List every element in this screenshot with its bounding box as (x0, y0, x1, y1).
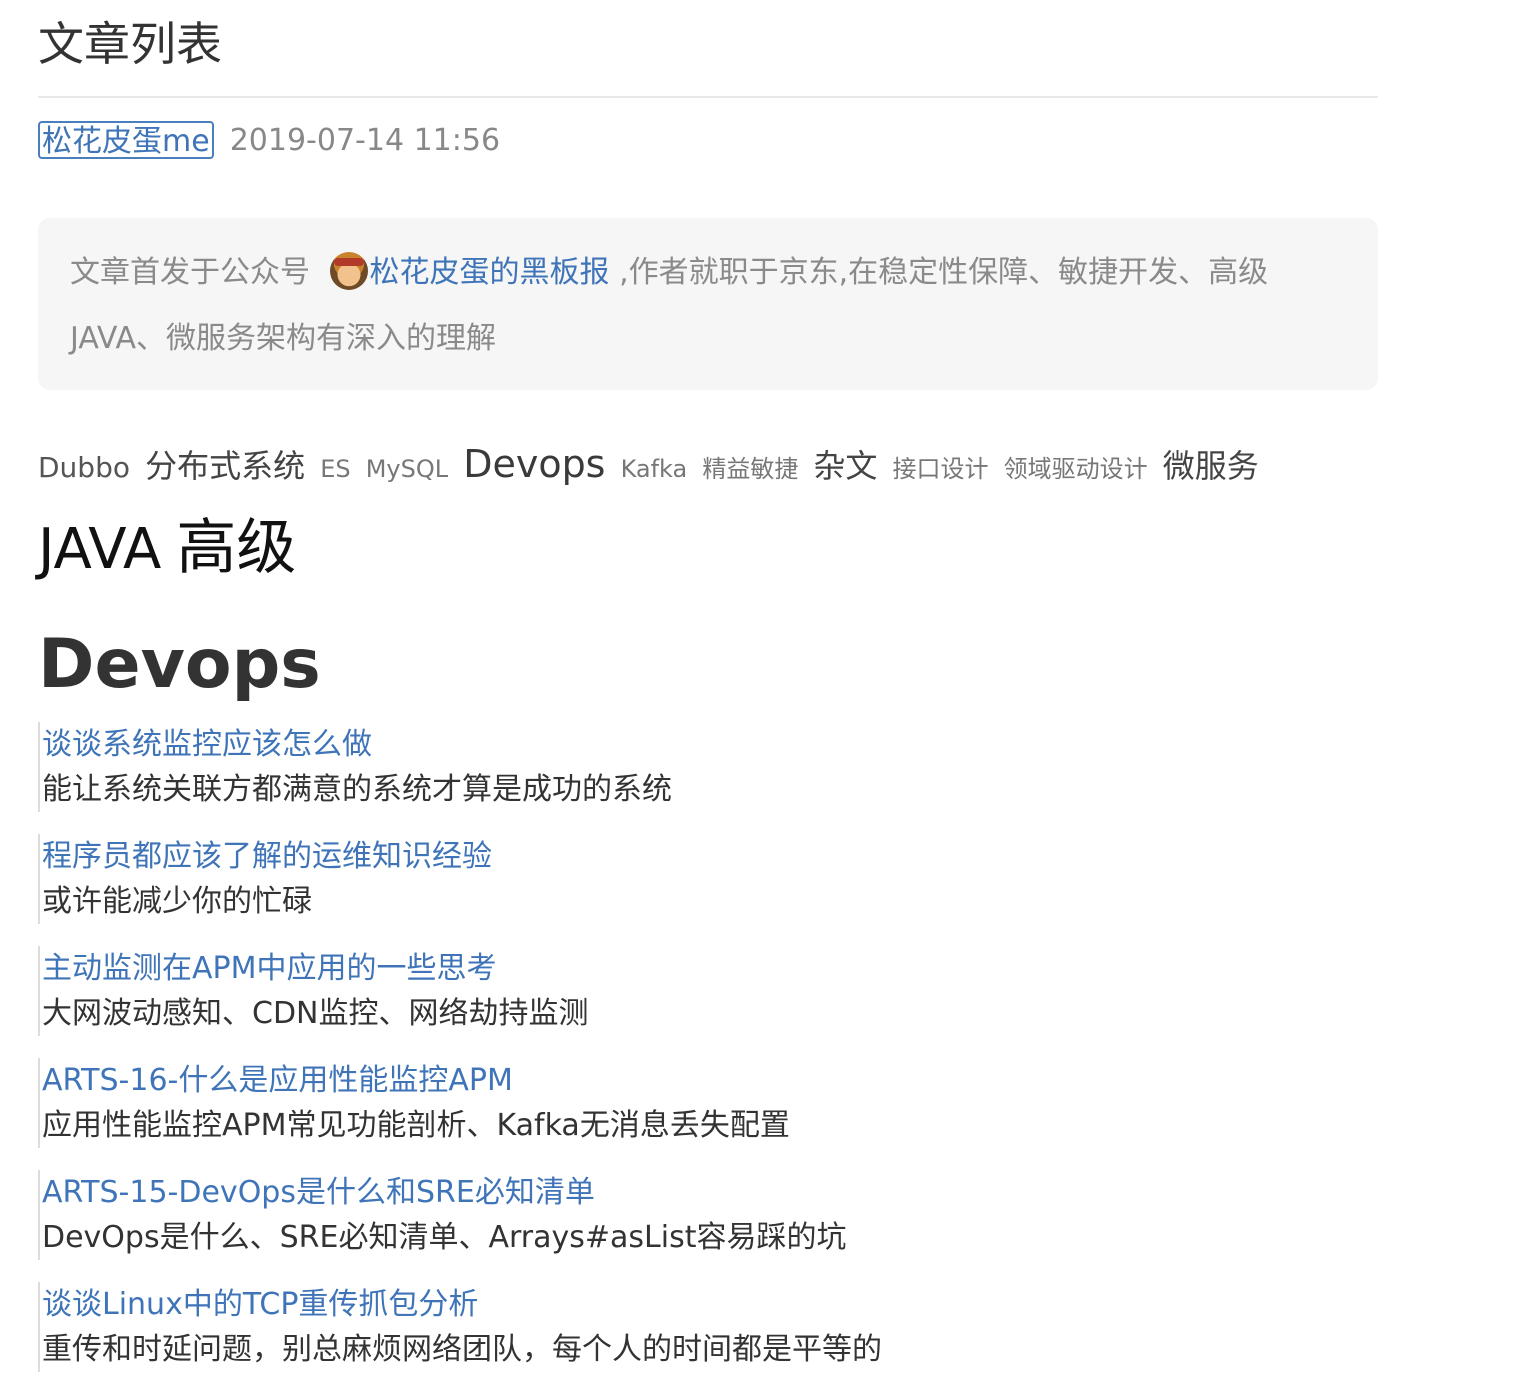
title-divider (38, 96, 1378, 98)
article-title-link[interactable]: ARTS-15-DevOps是什么和SRE必知清单 (42, 1170, 1238, 1216)
tag-microservices[interactable]: 微服务 (1163, 447, 1259, 485)
tag-dubbo[interactable]: Dubbo (38, 451, 130, 484)
tag-cloud: Dubbo 分布式系统 ES MySQL Devops Kafka 精益敏捷 杂… (38, 426, 1358, 601)
cartoon-avatar-icon (329, 252, 368, 290)
tag-es[interactable]: ES (320, 455, 350, 483)
notice-box: 文章首发于公众号 松花皮蛋的黑板报 ,作者就职于京东,在稳定性保障、敏捷开发、高… (38, 218, 1378, 390)
list-item: 谈谈系统监控应该怎么做 能让系统关联方都满意的系统才算是成功的系统 (38, 722, 1238, 812)
tag-kafka[interactable]: Kafka (621, 455, 688, 483)
list-item: 主动监测在APM中应用的一些思考 大网波动感知、CDN监控、网络劫持监测 (38, 946, 1238, 1036)
tag-devops[interactable]: Devops (463, 442, 605, 486)
article-title-link[interactable]: 主动监测在APM中应用的一些思考 (42, 946, 1238, 992)
wechat-account-link[interactable]: 松花皮蛋的黑板报 (370, 255, 610, 290)
post-date: 2019-07-14 11:56 (229, 122, 501, 158)
article-title-link[interactable]: 谈谈系统监控应该怎么做 (42, 722, 1238, 768)
article-summary: 或许能减少你的忙碌 (42, 884, 312, 919)
tag-java[interactable]: JAVA (38, 517, 161, 582)
notice-prefix: 文章首发于公众号 (70, 255, 320, 290)
section-title: Devops (38, 625, 321, 704)
article-title-link[interactable]: ARTS-16-什么是应用性能监控APM (42, 1058, 1238, 1104)
tag-advanced[interactable]: 高级 (176, 513, 296, 583)
tag-interface-design[interactable]: 接口设计 (893, 455, 989, 483)
page: 文章列表 松花皮蛋me 2019-07-14 11:56 文章首发于公众号 松花… (0, 0, 1516, 1382)
article-summary: 能让系统关联方都满意的系统才算是成功的系统 (42, 772, 672, 807)
author-link[interactable]: 松花皮蛋me (38, 121, 214, 159)
article-summary: 大网波动感知、CDN监控、网络劫持监测 (42, 996, 589, 1031)
tag-essays[interactable]: 杂文 (813, 447, 877, 485)
article-summary: DevOps是什么、SRE必知清单、Arrays#asList容易踩的坑 (42, 1220, 847, 1255)
post-meta: 松花皮蛋me 2019-07-14 11:56 (38, 118, 500, 162)
article-title-link[interactable]: 谈谈Linux中的TCP重传抓包分析 (42, 1282, 1238, 1328)
article-list: 谈谈系统监控应该怎么做 能让系统关联方都满意的系统才算是成功的系统 程序员都应该… (38, 722, 1238, 1382)
tag-lean-agile[interactable]: 精益敏捷 (702, 455, 798, 483)
tag-mysql[interactable]: MySQL (366, 455, 448, 483)
page-title: 文章列表 (38, 17, 222, 71)
article-summary: 应用性能监控APM常见功能剖析、Kafka无消息丢失配置 (42, 1108, 790, 1143)
list-item: 程序员都应该了解的运维知识经验 或许能减少你的忙碌 (38, 834, 1238, 924)
list-item: 谈谈Linux中的TCP重传抓包分析 重传和时延问题，别总麻烦网络团队，每个人的… (38, 1282, 1238, 1372)
tag-domain-driven-design[interactable]: 领域驱动设计 (1004, 455, 1148, 483)
article-summary: 重传和时延问题，别总麻烦网络团队，每个人的时间都是平等的 (42, 1332, 882, 1367)
list-item: ARTS-15-DevOps是什么和SRE必知清单 DevOps是什么、SRE必… (38, 1170, 1238, 1260)
tag-distributed-systems[interactable]: 分布式系统 (145, 447, 305, 485)
list-item: ARTS-16-什么是应用性能监控APM 应用性能监控APM常见功能剖析、Kaf… (38, 1058, 1238, 1148)
article-title-link[interactable]: 程序员都应该了解的运维知识经验 (42, 834, 1238, 880)
